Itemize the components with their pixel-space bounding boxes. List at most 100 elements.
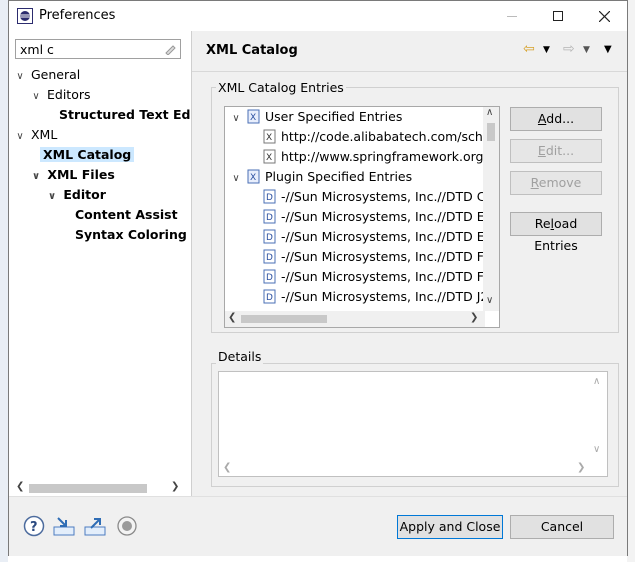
list-item-plugin-entries[interactable]: ∨ X Plugin Specified Entries bbox=[229, 167, 412, 187]
reload-entries-button[interactable]: Reload Entries bbox=[510, 212, 602, 253]
minimize-button[interactable] bbox=[489, 1, 535, 31]
import-icon[interactable] bbox=[53, 515, 75, 537]
svg-text:X: X bbox=[250, 173, 256, 183]
list-item[interactable]: D -//Sun Microsystems, Inc.//DTD J2l bbox=[263, 287, 492, 307]
dtd-file-icon: D bbox=[263, 229, 276, 244]
list-item[interactable]: D -//Sun Microsystems, Inc.//DTD Co bbox=[263, 187, 493, 207]
filter-input[interactable]: xml c bbox=[15, 39, 181, 59]
catalog-folder-icon: X bbox=[247, 109, 260, 124]
chevron-down-icon[interactable]: ∨ bbox=[229, 169, 243, 189]
dtd-file-icon: D bbox=[263, 209, 276, 224]
xml-file-icon: X bbox=[263, 129, 276, 144]
list-item[interactable]: D -//Sun Microsystems, Inc.//DTD Fa bbox=[263, 267, 490, 287]
scroll-down-icon[interactable]: ∨ bbox=[593, 444, 600, 455]
scroll-right-icon[interactable]: ❯ bbox=[470, 312, 478, 323]
tree-item-label: Editor bbox=[63, 187, 106, 202]
scroll-right-icon[interactable]: ❯ bbox=[577, 462, 585, 473]
xml-file-icon: X bbox=[263, 149, 276, 164]
dtd-file-icon: D bbox=[263, 189, 276, 204]
scrollbar-thumb[interactable] bbox=[241, 315, 327, 323]
chevron-down-icon[interactable]: ∨ bbox=[229, 109, 243, 129]
forward-menu-chevron-icon[interactable]: ▼ bbox=[583, 45, 590, 55]
back-menu-chevron-icon[interactable]: ▼ bbox=[543, 45, 550, 55]
export-icon[interactable] bbox=[84, 515, 106, 537]
list-item-label: http://www.springframework.org/s bbox=[281, 149, 495, 164]
details-text-area[interactable]: ∧ ∨ ❮ ❯ bbox=[218, 371, 608, 477]
svg-text:D: D bbox=[266, 193, 273, 203]
forward-arrow-icon[interactable]: ⇨ bbox=[563, 41, 575, 57]
tree-item-label: General bbox=[30, 67, 81, 82]
tree-item-syntax-coloring[interactable]: Syntax Coloring bbox=[75, 225, 187, 245]
help-icon[interactable]: ? bbox=[23, 515, 45, 537]
scrollbar-thumb[interactable] bbox=[29, 484, 147, 493]
tree-horizontal-scrollbar[interactable]: ❮ ❯ bbox=[15, 480, 183, 496]
chevron-down-icon[interactable]: ∨ bbox=[29, 87, 43, 107]
list-item-label: Plugin Specified Entries bbox=[264, 169, 413, 184]
tree-item-label: Editors bbox=[46, 87, 91, 102]
tree-item-label: XML Files bbox=[47, 167, 115, 182]
list-item[interactable]: D -//Sun Microsystems, Inc.//DTD En bbox=[263, 207, 493, 227]
apply-and-close-button[interactable]: Apply and Close bbox=[397, 515, 503, 539]
svg-text:X: X bbox=[266, 133, 272, 143]
list-item-label: http://code.alibabatech.com/schem bbox=[281, 129, 500, 144]
back-arrow-icon[interactable]: ⇦ bbox=[523, 41, 535, 57]
entries-vertical-scrollbar[interactable]: ∧ ∨ bbox=[483, 107, 499, 311]
list-item[interactable]: D -//Sun Microsystems, Inc.//DTD Fa bbox=[263, 247, 490, 267]
dtd-file-icon: D bbox=[263, 289, 276, 304]
close-button[interactable] bbox=[581, 1, 627, 31]
list-item-label: -//Sun Microsystems, Inc.//DTD En bbox=[281, 229, 493, 244]
tree-item-structured-text-editors[interactable]: Structured Text Ed bbox=[59, 105, 191, 125]
preferences-dialog: Preferences xml c ∨ General ∨ Editors St… bbox=[8, 0, 628, 556]
tree-item-xml-files[interactable]: ∨ XML Files bbox=[29, 165, 115, 185]
record-icon[interactable] bbox=[116, 515, 138, 537]
view-menu-icon[interactable]: ▼ bbox=[604, 44, 612, 55]
scroll-up-icon[interactable]: ∧ bbox=[593, 376, 600, 387]
maximize-icon bbox=[553, 11, 563, 21]
remove-button[interactable]: Remove bbox=[510, 171, 602, 195]
tree-item-label: XML bbox=[30, 127, 58, 142]
filter-text: xml c bbox=[20, 42, 54, 57]
list-item[interactable]: Xhttp://www.springframework.org/s bbox=[263, 147, 494, 167]
clear-filter-icon[interactable] bbox=[164, 43, 176, 55]
scroll-right-icon[interactable]: ❯ bbox=[171, 481, 179, 492]
catalog-folder-icon: X bbox=[247, 169, 260, 184]
tree-item-label: Syntax Coloring bbox=[75, 227, 187, 242]
page-title: XML Catalog bbox=[206, 43, 298, 58]
title-bar: Preferences bbox=[9, 1, 627, 31]
add-button[interactable]: Add... bbox=[510, 107, 602, 131]
list-item-user-entries[interactable]: ∨ X User Specified Entries bbox=[229, 107, 402, 127]
scroll-down-icon[interactable]: ∨ bbox=[486, 295, 493, 306]
tree-item-content-assist[interactable]: Content Assist bbox=[75, 205, 178, 225]
cancel-button[interactable]: Cancel bbox=[510, 515, 614, 539]
list-item-label: -//Sun Microsystems, Inc.//DTD Fa bbox=[281, 249, 491, 264]
scroll-up-icon[interactable]: ∧ bbox=[486, 107, 493, 118]
catalog-entries-label: XML Catalog Entries bbox=[216, 80, 346, 95]
tree-item-general[interactable]: ∨ General bbox=[13, 65, 80, 85]
maximize-button[interactable] bbox=[535, 1, 581, 31]
scroll-left-icon[interactable]: ❮ bbox=[16, 481, 24, 492]
tree-item-xml-catalog[interactable]: XML Catalog bbox=[40, 145, 135, 165]
list-item[interactable]: Xhttp://code.alibabatech.com/schem bbox=[263, 127, 500, 147]
list-item-label: -//Sun Microsystems, Inc.//DTD J2l bbox=[281, 289, 492, 304]
chevron-down-icon[interactable]: ∨ bbox=[13, 127, 27, 147]
svg-text:D: D bbox=[266, 273, 273, 283]
svg-text:D: D bbox=[266, 233, 273, 243]
xml-catalog-page: XML Catalog ⇦ ▼ ⇨ ▼ ▼ XML Catalog Entrie… bbox=[192, 31, 627, 496]
dtd-file-icon: D bbox=[263, 269, 276, 284]
scroll-left-icon[interactable]: ❮ bbox=[228, 312, 236, 323]
chevron-down-icon[interactable]: ∨ bbox=[13, 67, 27, 87]
tree-item-editor[interactable]: ∨ Editor bbox=[45, 185, 106, 205]
scrollbar-thumb[interactable] bbox=[487, 123, 495, 141]
catalog-entries-tree[interactable]: ∨ X User Specified Entries Xhttp://code.a… bbox=[224, 106, 500, 328]
title-separator bbox=[192, 71, 627, 72]
list-item[interactable]: D -//Sun Microsystems, Inc.//DTD En bbox=[263, 227, 493, 247]
dtd-file-icon: D bbox=[263, 249, 276, 264]
tree-item-editors[interactable]: ∨ Editors bbox=[29, 85, 91, 107]
minimize-icon bbox=[507, 16, 517, 17]
edit-button[interactable]: Edit... bbox=[510, 139, 602, 163]
scroll-left-icon[interactable]: ❮ bbox=[223, 462, 231, 473]
chevron-down-icon[interactable]: ∨ bbox=[45, 187, 59, 207]
entries-horizontal-scrollbar[interactable]: ❮ ❯ bbox=[225, 311, 485, 327]
tree-item-xml[interactable]: ∨ XML bbox=[13, 125, 57, 145]
chevron-down-icon[interactable]: ∨ bbox=[29, 167, 43, 187]
